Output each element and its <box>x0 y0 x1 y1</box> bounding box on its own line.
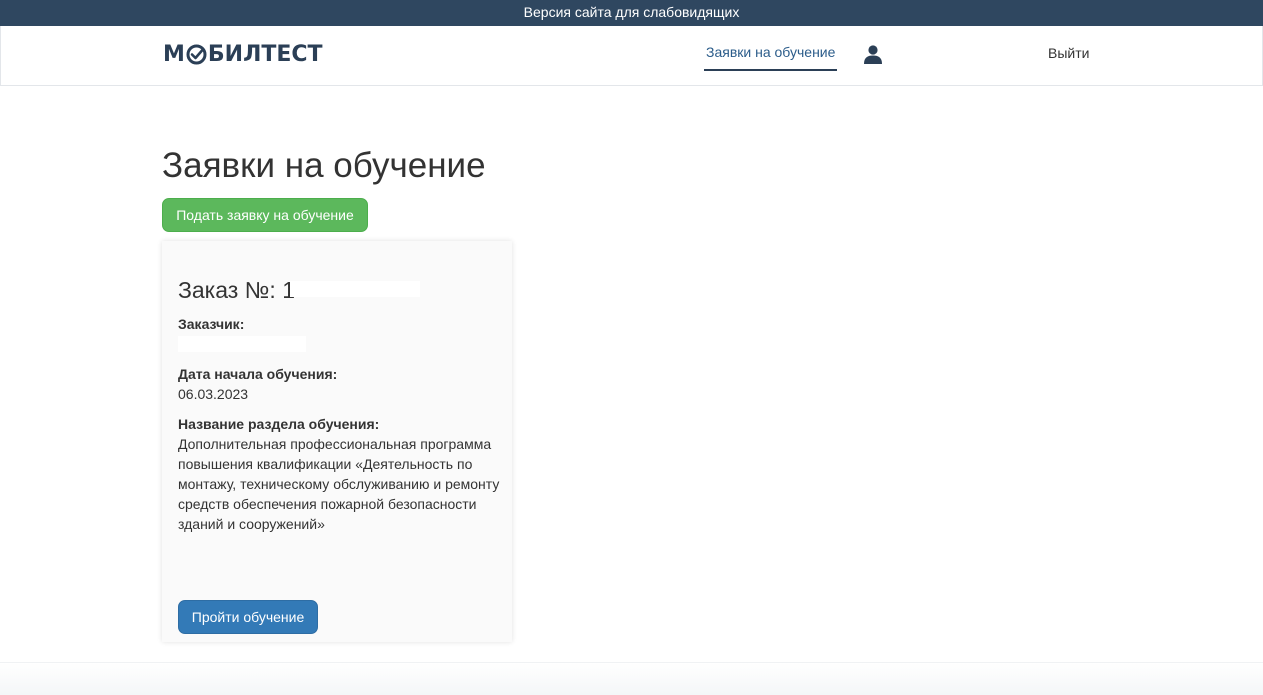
order-number-heading: Заказ №: 1 <box>178 277 295 304</box>
apply-for-training-button[interactable]: Подать заявку на обучение <box>162 198 368 232</box>
start-training-button[interactable]: Пройти обучение <box>178 600 318 634</box>
accessibility-version-link[interactable]: Версия сайта для слабовидящих <box>0 0 1263 26</box>
order-card: Заказ №: 1 Заказчик: Дата начала обучени… <box>162 241 512 642</box>
user-icon[interactable] <box>863 45 883 64</box>
page-title: Заявки на обучение <box>162 146 486 185</box>
order-number-label: Заказ №: <box>178 277 283 303</box>
check-circle-logo-icon <box>186 44 207 65</box>
logo-text-suffix: БИЛТЕСТ <box>207 41 323 67</box>
customer-label: Заказчик: <box>178 316 245 332</box>
logout-link[interactable]: Выйти <box>1048 45 1089 61</box>
footer-divider <box>0 662 1263 695</box>
section-name-label: Название раздела обучения: <box>178 416 380 432</box>
logo-text-prefix: М <box>163 41 185 67</box>
site-header: М БИЛТЕСТ Заявки на обучение Выйти <box>0 26 1263 86</box>
nav-applications-link[interactable]: Заявки на обучение <box>704 44 838 71</box>
start-date-value: 06.03.2023 <box>178 386 249 402</box>
redacted-order-number <box>290 281 420 297</box>
start-date-label: Дата начала обучения: <box>178 366 338 382</box>
redacted-customer-name <box>178 336 306 352</box>
site-logo[interactable]: М БИЛТЕСТ <box>163 40 323 68</box>
section-name-value: Дополнительная профессиональная программ… <box>178 436 500 532</box>
